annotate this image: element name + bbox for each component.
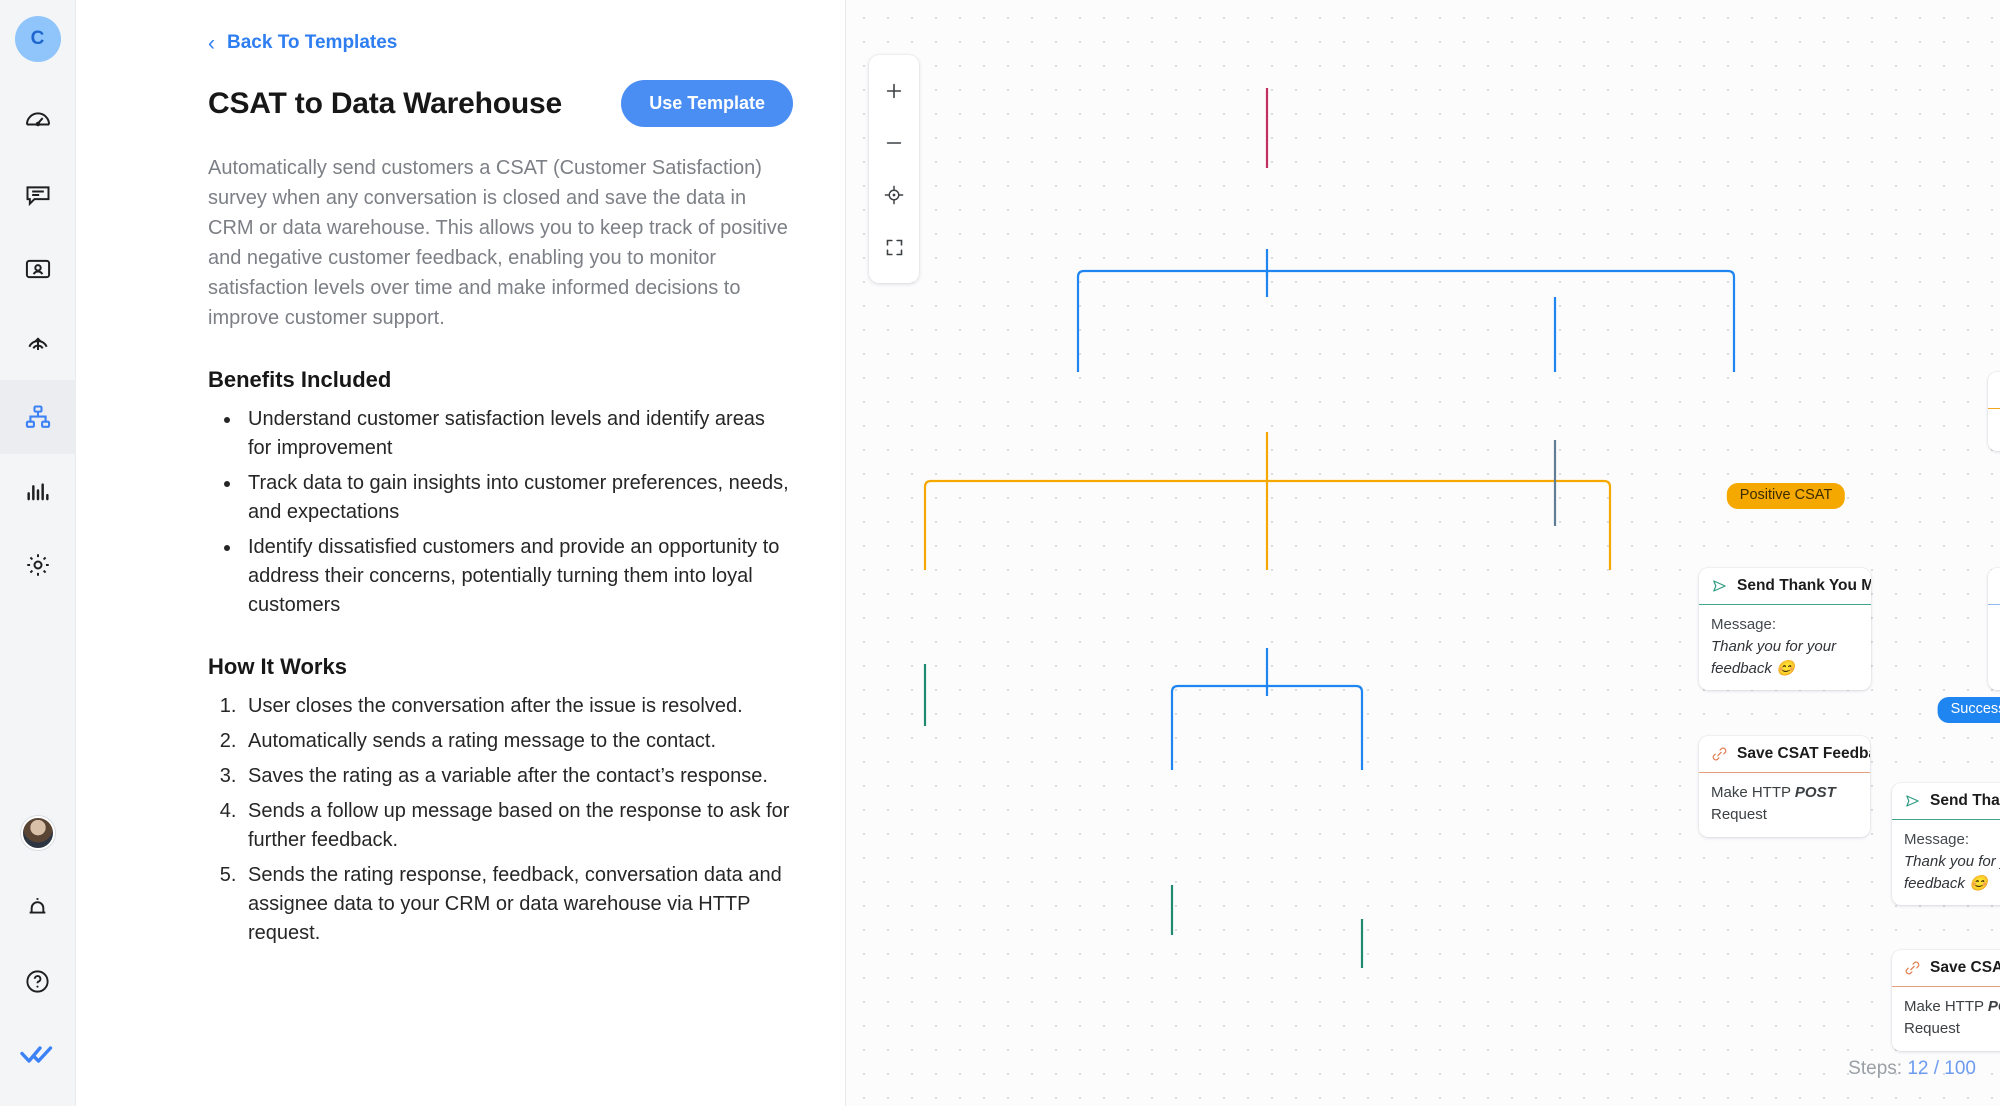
conversations-icon [24,181,52,209]
node-body: Make HTTP POST Request [1892,986,2000,1051]
message-label: Message: [1904,831,1970,848]
fit-screen-button[interactable] [869,221,919,273]
node-header: Send Thank You Mess… [1892,783,2000,819]
http-pre: Make HTTP [1711,784,1795,801]
sidebar-item-conversations[interactable] [0,158,76,232]
template-detail-panel: ‹ Back To Templates CSAT to Data Warehou… [76,0,846,1106]
node-send-thank-you-message-b[interactable]: Send Thank You Mess… Message: Thank you … [1892,783,2000,906]
template-description: Automatically send customers a CSAT (Cus… [208,157,788,329]
node-body: Message: Thank you for your feedback 😊 [1892,819,2000,905]
bell-icon [24,894,51,921]
node-body: Make HTTP POST Request [1699,772,1870,837]
list-item: Understand customer satisfaction levels … [242,405,793,463]
node-title: Save CSAT Feedback 2 [1930,959,2000,976]
sidebar-item-settings[interactable] [0,528,76,602]
recenter-button[interactable] [869,169,919,221]
http-pre: Make HTTP [1904,998,1988,1015]
http-post: Request [1711,805,1767,823]
pill-positive-csat: Positive CSAT [1726,483,1846,509]
node-body: 2 conditions provided [1988,408,2000,451]
primary-nav-rail: C [0,0,76,1106]
avatar [20,816,55,850]
zoom-in-button[interactable] [869,65,919,117]
broadcasts-icon [24,329,52,357]
workspace-avatar[interactable]: C [14,16,61,62]
list-item: Sends a follow up message based on the r… [242,797,793,855]
rail-bottom-group [0,796,76,1106]
zoom-out-button[interactable] [869,117,919,169]
contacts-icon [24,255,52,283]
chevron-left-icon: ‹ [208,31,215,55]
node-header: Save CSAT Feedback 1 [1699,736,1870,772]
flow-edges [923,88,1736,968]
help-icon [24,968,51,995]
http-icon [1904,960,1921,976]
node-header: Request a Follow Up F… [1988,568,2000,604]
automations-icon [24,403,52,431]
send-icon [1711,578,1728,594]
node-body: 🤔 How can we improve our service? [1988,604,2000,690]
sidebar-item-analytics[interactable] [0,454,76,528]
brand-logo-icon [19,1044,56,1066]
notifications-button[interactable] [0,870,76,944]
message-label: Message: [1711,616,1777,633]
node-title: Save CSAT Feedback 1 [1737,745,1870,762]
help-button[interactable] [0,944,76,1018]
sidebar-item-broadcasts[interactable] [0,306,76,380]
steps-counter: Steps: 12 / 100 [1848,1058,1976,1080]
node-header: Route Positive and Ne… [1988,372,2000,408]
node-save-csat-feedback-2[interactable]: Save CSAT Feedback 2 Make HTTP POST Requ… [1892,950,2000,1051]
node-message: Thank you for your feedback 😊 [1711,637,1837,677]
sidebar-item-dashboard[interactable] [0,84,76,158]
node-title: Send Thank You Mess… [1930,792,2000,809]
analytics-icon [24,477,52,505]
http-post: Request [1904,1019,1960,1037]
user-avatar[interactable] [0,796,76,870]
node-save-csat-feedback-1[interactable]: Save CSAT Feedback 1 Make HTTP POST Requ… [1699,736,1870,837]
http-method: POST [1987,998,2000,1015]
dashboard-icon [24,107,52,135]
sidebar-item-contacts[interactable] [0,232,76,306]
benefits-list: Understand customer satisfaction levels … [208,405,793,620]
list-item: User closes the conversation after the i… [242,692,793,721]
app-root: C ‹ Back To Templates CSAT to Data Wareh… [0,0,2000,1106]
node-title: Send Thank You Mess… [1737,577,1871,594]
flow-canvas[interactable]: Trigger Conversation Closed Ask for CSAT… [846,0,2000,1106]
node-route-positive-negative[interactable]: Route Positive and Ne… 2 conditions prov… [1988,372,2000,451]
send-icon [1904,793,1921,809]
list-item: Track data to gain insights into custome… [242,469,793,527]
list-item: Sends the rating response, feedback, con… [242,861,793,948]
list-item: Identify dissatisfied customers and prov… [242,533,793,620]
back-label: Back To Templates [227,32,398,53]
node-header: Save CSAT Feedback 2 [1892,950,2000,986]
use-template-button[interactable]: Use Template [621,80,793,127]
steps-value: 12 / 100 [1907,1058,1976,1079]
node-send-thank-you-message-a[interactable]: Send Thank You Mess… Message: Thank you … [1699,568,1871,691]
sidebar-item-automations[interactable] [0,380,76,454]
node-request-follow-up[interactable]: Request a Follow Up F… 🤔 How can we impr… [1988,568,2000,691]
pill-success-mid: Success [1937,697,2000,723]
list-item: Automatically sends a rating message to … [242,727,793,756]
gear-icon [24,551,52,579]
how-it-works-heading: How It Works [208,654,347,679]
list-item: Saves the rating as a variable after the… [242,762,793,791]
how-it-works-list: User closes the conversation after the i… [208,692,793,948]
title-row: CSAT to Data Warehouse Use Template [208,80,793,127]
brand-logo[interactable] [0,1018,76,1092]
back-to-templates-link[interactable]: ‹ Back To Templates [208,32,397,54]
node-body: Message: Thank you for your feedback 😊 [1699,604,1871,690]
node-header: Send Thank You Mess… [1699,568,1871,604]
page-title: CSAT to Data Warehouse [208,86,562,120]
node-message: Thank you for your feedback 😊 [1904,852,2000,892]
http-method: POST [1794,784,1836,801]
http-icon [1711,746,1728,762]
steps-label: Steps: [1848,1058,1903,1079]
benefits-heading: Benefits Included [208,367,392,392]
canvas-zoom-controls [869,55,919,283]
